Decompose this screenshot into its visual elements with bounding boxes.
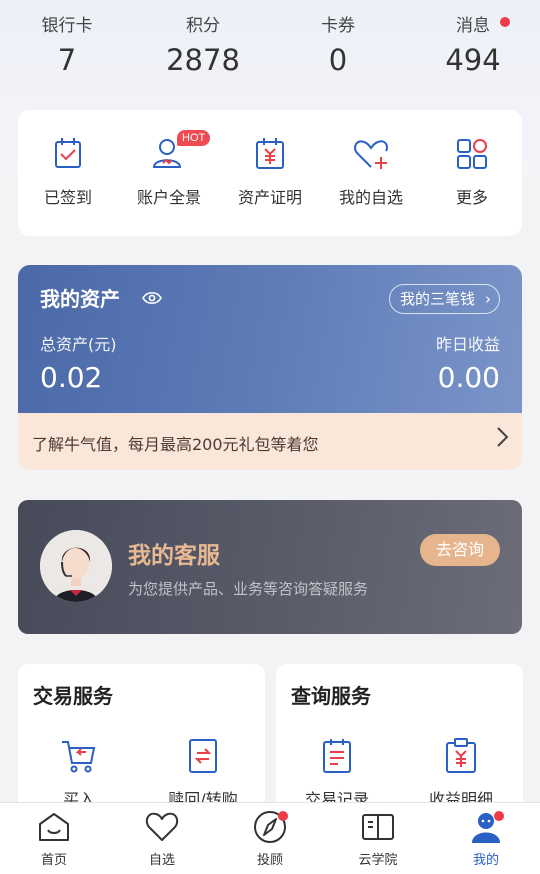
stat-bank-cards[interactable]: 银行卡 7 [12, 14, 122, 76]
user-icon: HOT [149, 130, 211, 174]
quick-item-label: 资产证明 [237, 188, 302, 207]
trade-services-card: 交易服务 买入 赎回/转购 [18, 664, 265, 824]
tab-watchlist[interactable]: 自选 [108, 809, 216, 868]
tab-label: 云学院 [358, 853, 398, 868]
trade-services-title: 交易服务 [33, 684, 113, 708]
chevron-right-icon [496, 425, 510, 455]
stat-coupons[interactable]: 卡券 0 [283, 14, 393, 76]
quick-item-label: 我的自选 [338, 188, 403, 207]
grid-more-icon [452, 134, 492, 174]
stat-value: 494 [445, 43, 501, 77]
promo-text: 了解牛气值，每月最高200元礼包等着您 [32, 435, 319, 454]
asset-certificate-icon [250, 134, 290, 174]
stat-points[interactable]: 积分 2878 [148, 14, 258, 76]
customer-service-card[interactable]: 我的客服 为您提供产品、业务等咨询答疑服务 去咨询 [18, 500, 522, 634]
home-icon [36, 809, 72, 845]
redeem-switch-item[interactable]: 赎回/转购 [148, 736, 258, 810]
niuqi-promo-banner[interactable]: 了解牛气值，每月最高200元礼包等着您 [18, 413, 522, 470]
notification-dot [494, 811, 504, 821]
total-assets-value: 0.02 [40, 361, 103, 394]
service-title: 我的客服 [128, 543, 220, 569]
three-funds-label: 我的三笔钱 [399, 290, 475, 308]
stat-label: 积分 [186, 16, 220, 36]
notification-dot [278, 811, 288, 821]
quick-item-signed-in[interactable]: 已签到 [18, 134, 118, 208]
record-icon [317, 736, 357, 776]
exchange-icon [183, 736, 223, 776]
consult-button[interactable]: 去咨询 [420, 534, 500, 566]
stats-bar: 银行卡 7 积分 2878 卡券 0 消息 494 [0, 14, 540, 84]
buy-item[interactable]: 买入 [24, 736, 134, 810]
stat-messages[interactable]: 消息 494 [418, 14, 528, 76]
tab-academy[interactable]: 云学院 [324, 809, 432, 868]
hot-badge: HOT [177, 130, 211, 146]
service-subtitle: 为您提供产品、业务等咨询答疑服务 [128, 580, 369, 598]
quick-item-label: 更多 [455, 188, 488, 207]
quick-item-more[interactable]: 更多 [422, 134, 522, 208]
tab-label: 自选 [148, 853, 175, 868]
income-detail-item[interactable]: 收益明细 [406, 736, 516, 810]
chevron-right-icon: › [485, 290, 491, 308]
heart-plus-icon [351, 134, 391, 174]
tab-label: 投顾 [256, 853, 283, 868]
transaction-records-item[interactable]: 交易记录 [282, 736, 392, 810]
quick-item-label: 账户全景 [136, 188, 201, 207]
stat-value: 7 [57, 43, 77, 77]
book-icon [360, 809, 396, 845]
tab-label: 我的 [472, 853, 499, 868]
tab-label: 首页 [40, 853, 67, 868]
stat-label: 银行卡 [41, 16, 93, 36]
stat-value: 2878 [166, 43, 240, 77]
calendar-check-icon [48, 134, 88, 174]
heart-icon [144, 809, 180, 845]
profile-icon [468, 809, 504, 845]
my-assets-card[interactable]: 我的资产 我的三笔钱 › 总资产(元) 昨日收益 0.02 0.00 [18, 265, 522, 415]
income-detail-icon [441, 736, 481, 776]
quick-item-my-watchlist[interactable]: 我的自选 [321, 134, 421, 208]
tab-advisor[interactable]: 投顾 [216, 809, 324, 868]
eye-icon[interactable] [142, 290, 162, 309]
stat-label: 卡券 [321, 16, 355, 36]
yesterday-income-value: 0.00 [437, 361, 500, 394]
bottom-tab-bar: 首页 自选 投顾 云学院 我的 [0, 802, 540, 874]
quick-item-asset-certificate[interactable]: 资产证明 [220, 134, 320, 208]
total-assets-label: 总资产(元) [40, 335, 117, 354]
tab-mine[interactable]: 我的 [432, 809, 540, 868]
quick-actions-card: 已签到 HOT 账户全景 资产证明 我的自选 更多 [18, 110, 522, 236]
agent-avatar [40, 530, 112, 602]
cart-icon [59, 736, 99, 776]
assets-title: 我的资产 [40, 287, 120, 311]
three-funds-button[interactable]: 我的三笔钱 › [388, 284, 500, 314]
yesterday-income-label: 昨日收益 [435, 335, 500, 354]
unread-dot [500, 17, 510, 27]
compass-icon [252, 809, 288, 845]
stat-value: 0 [328, 43, 348, 77]
query-services-title: 查询服务 [291, 684, 371, 708]
quick-item-label: 已签到 [43, 188, 92, 207]
quick-item-account-overview[interactable]: HOT 账户全景 [119, 130, 219, 208]
stat-label: 消息 [456, 16, 490, 36]
query-services-card: 查询服务 交易记录 收益明细 [276, 664, 523, 824]
tab-home[interactable]: 首页 [0, 809, 108, 868]
